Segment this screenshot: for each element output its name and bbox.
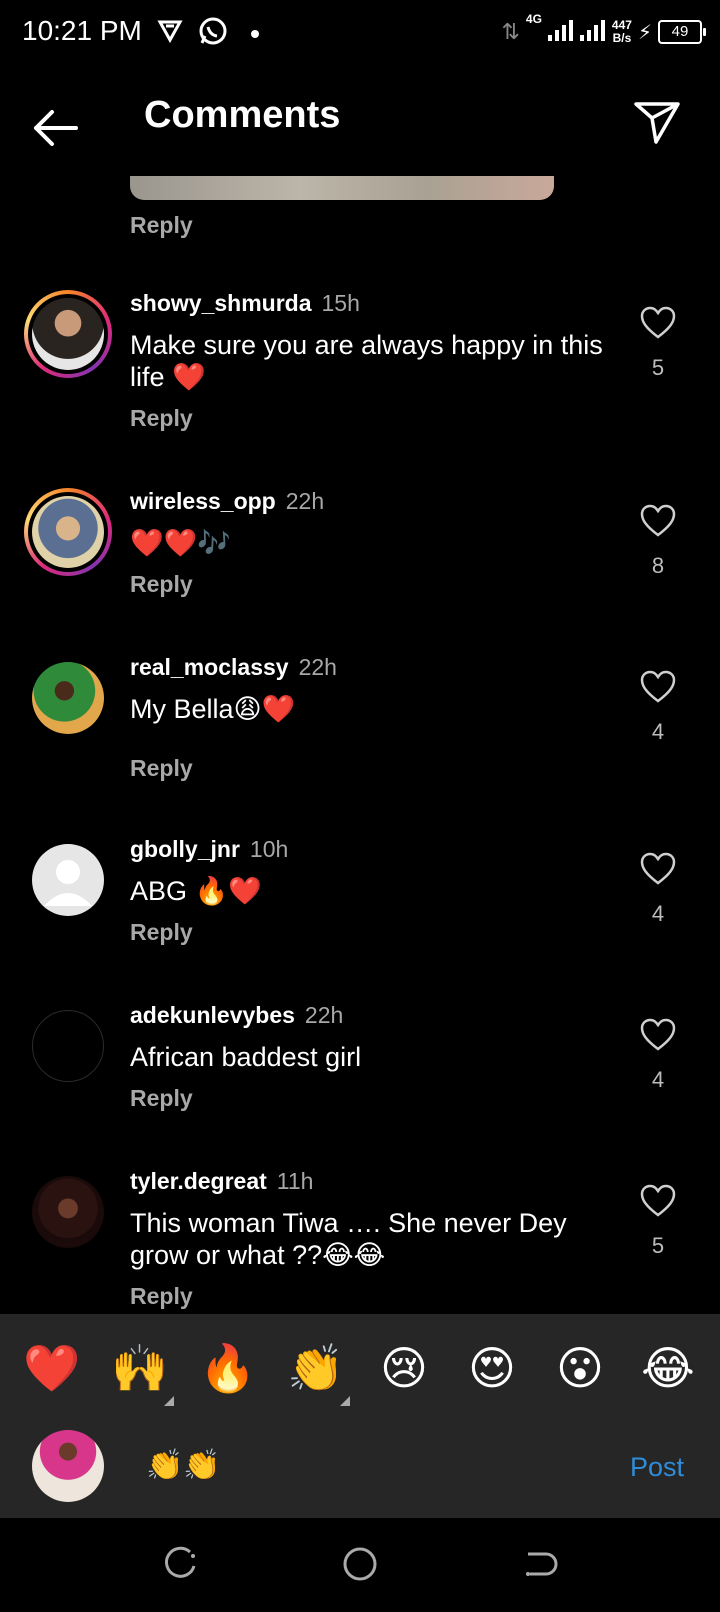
emoji-crying-button[interactable]: 😢 (366, 1341, 442, 1395)
post-button[interactable]: Post (630, 1452, 684, 1483)
battery-indicator: 49 (658, 20, 706, 44)
post-image-partial (130, 176, 554, 200)
network-type: 4G (525, 12, 542, 26)
comment-time: 22h (298, 654, 337, 680)
default-avatar-icon (44, 860, 92, 906)
reply-link[interactable]: Reply (130, 755, 610, 782)
avatar[interactable] (32, 1176, 104, 1248)
reply-link[interactable]: Reply (130, 919, 610, 946)
heart-icon[interactable] (640, 670, 676, 704)
avatar (32, 298, 104, 370)
comment-item: real_moclassy 22h My Bella😩❤️ Reply 4 (0, 654, 720, 794)
comment-time: 22h (285, 488, 325, 514)
emoji-raised-hands-button[interactable]: 🙌 (102, 1341, 178, 1406)
like-count: 5 (651, 1233, 665, 1258)
heart-icon[interactable] (640, 306, 676, 340)
like-count: 4 (651, 901, 665, 926)
reply-link[interactable]: Reply (130, 571, 610, 598)
charging-icon: ⚡ (637, 21, 652, 44)
heart-icon[interactable] (640, 852, 676, 886)
comment-composer: 👏👏 Post (0, 1422, 720, 1518)
emoji-heart-button[interactable]: ❤️ (14, 1341, 90, 1396)
like-control: 4 (636, 1018, 680, 1093)
skin-tone-indicator-icon (340, 1395, 350, 1406)
comment-item: adekunlevybes 22h African baddest girl Re… (0, 1002, 720, 1132)
share-send-icon[interactable] (632, 96, 682, 146)
page-title: Comments (144, 94, 341, 136)
app-notification-icon (156, 16, 184, 49)
comment-text: This woman Tiwa …. She never Dey grow or… (130, 1208, 567, 1270)
my-avatar (32, 1430, 104, 1502)
avatar (32, 496, 104, 568)
status-bar: 10:21 PM ⇅ 4G 447 B/s ⚡ 49 (0, 0, 720, 66)
home-icon[interactable] (340, 1544, 380, 1584)
reply-link[interactable]: Reply (130, 212, 193, 239)
whatsapp-icon (198, 16, 228, 51)
back-arrow-icon[interactable] (30, 102, 82, 154)
comment-username[interactable]: wireless_opp (130, 488, 276, 514)
comment-username[interactable]: showy_shmurda (130, 290, 312, 316)
like-control: 4 (636, 670, 680, 745)
like-count: 4 (651, 1067, 665, 1092)
comment-username[interactable]: real_moclassy (130, 654, 289, 680)
emoji-clap-button[interactable]: 👏 (278, 1341, 354, 1406)
like-count: 4 (651, 719, 665, 744)
data-arrows-icon: ⇅ (501, 19, 520, 44)
signal-icon (547, 19, 606, 46)
like-control: 8 (636, 504, 680, 579)
comment-time: 22h (304, 1002, 344, 1028)
comment-text: ABG 🔥❤️ (130, 876, 262, 906)
emoji-heart-eyes-button[interactable]: 😍 (454, 1341, 530, 1395)
skin-tone-indicator-icon (164, 1395, 174, 1406)
header: Comments (0, 66, 720, 176)
avatar[interactable] (32, 1010, 104, 1082)
avatar-story-ring[interactable] (24, 488, 112, 576)
avatar-story-ring[interactable] (24, 290, 112, 378)
comment-item: tyler.degreat 11h This woman Tiwa …. She … (0, 1168, 720, 1314)
like-count: 5 (651, 355, 665, 380)
comment-time: 15h (321, 290, 360, 316)
heart-icon[interactable] (640, 504, 676, 538)
like-control: 4 (636, 852, 680, 927)
like-control: 5 (636, 1184, 680, 1259)
comment-item: showy_shmurda 15h Make sure you are alway… (0, 290, 720, 450)
comment-username[interactable]: gbolly_jnr (130, 836, 240, 862)
comment-username[interactable]: adekunlevybes (130, 1002, 295, 1028)
network-speed: 447 B/s (611, 18, 632, 45)
like-count: 8 (651, 553, 665, 578)
status-time: 10:21 PM (22, 15, 142, 46)
comment-text: Make sure you are always happy in this l… (130, 330, 603, 392)
like-control: 5 (636, 306, 680, 381)
reply-link[interactable]: Reply (130, 405, 610, 432)
emoji-surprised-button[interactable]: 😮 (542, 1341, 618, 1395)
comment-text: African baddest girl (130, 1042, 362, 1072)
comment-time: 11h (276, 1168, 314, 1194)
heart-icon[interactable] (640, 1184, 676, 1218)
avatar[interactable] (32, 662, 104, 734)
emoji-laughing-button[interactable]: 😂 (630, 1341, 706, 1395)
comment-time: 10h (249, 836, 289, 862)
comment-item: wireless_opp 22h ❤️❤️🎶 Reply 8 (0, 488, 720, 618)
comment-username[interactable]: tyler.degreat (130, 1168, 267, 1194)
reply-link[interactable]: Reply (130, 1283, 610, 1310)
emoji-quick-bar: ❤️ 🙌 🔥 👏 😢 😍 😮 😂 (0, 1314, 720, 1422)
comment-text: My Bella😩❤️ (130, 694, 296, 724)
comment-input[interactable]: 👏👏 (146, 1448, 221, 1483)
status-right: ⇅ 4G 447 B/s ⚡ 49 (501, 12, 706, 52)
comment-text: ❤️❤️🎶 (130, 528, 231, 558)
avatar[interactable] (32, 844, 104, 916)
comment-item: gbolly_jnr 10h ABG 🔥❤️ Reply 4 (0, 836, 720, 966)
back-nav-icon[interactable] (520, 1544, 560, 1584)
emoji-fire-button[interactable]: 🔥 (190, 1341, 266, 1396)
system-nav-bar (0, 1518, 720, 1612)
notification-dot-icon (250, 26, 260, 44)
recent-apps-icon[interactable] (160, 1544, 200, 1584)
heart-icon[interactable] (640, 1018, 676, 1052)
reply-link[interactable]: Reply (130, 1085, 610, 1112)
